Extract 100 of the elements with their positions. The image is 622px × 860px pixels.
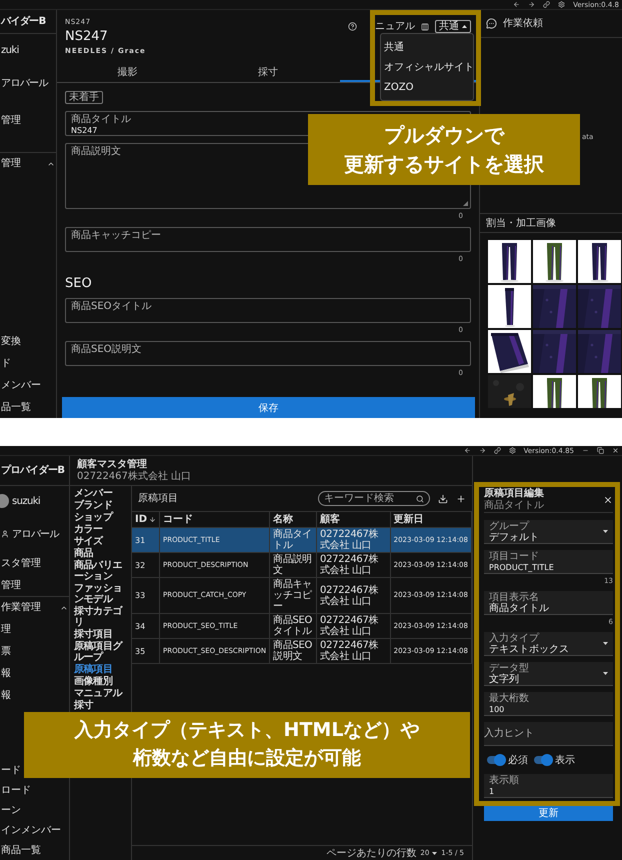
toggle-label: 表示 <box>555 754 575 766</box>
settings-icon[interactable] <box>558 1 566 8</box>
chat-icon[interactable] <box>486 18 497 29</box>
input-field[interactable]: 項目表示名 商品タイトル <box>484 591 613 615</box>
sidebar-item[interactable]: 管理 <box>1 580 21 590</box>
person-icon <box>1 530 9 538</box>
caption-text: 桁数など自由に設定が可能 <box>133 747 361 771</box>
user-name: suzuki <box>12 496 40 506</box>
input-field[interactable]: 最大桁数 100 <box>484 692 613 716</box>
nav-item[interactable]: 画像種別 <box>74 676 130 687</box>
input-field[interactable]: 項目コード PRODUCT_TITLE <box>484 550 613 574</box>
caret-down-icon <box>603 529 608 534</box>
update-button[interactable]: 更新 <box>484 805 613 821</box>
table-cell: 33 <box>132 578 160 614</box>
status-tag: 未着手 <box>65 91 103 104</box>
tab[interactable]: 撮影 <box>59 63 196 82</box>
caret-down-icon <box>603 671 608 676</box>
sidebar-item[interactable]: 報 <box>1 690 11 700</box>
sidebar-item[interactable]: 報 <box>1 668 11 678</box>
sidebar-title: バイダーB <box>1 16 46 27</box>
rows-per-page-label: ページあたりの行数 <box>326 848 416 858</box>
sidebar-item[interactable]: 管理 <box>1 114 21 126</box>
caret-up-icon <box>462 24 467 29</box>
back-arrow-icon[interactable] <box>513 1 520 8</box>
sidebar-item[interactable]: メンバー <box>1 380 41 390</box>
minimize-icon[interactable] <box>582 447 589 454</box>
sidebar-item[interactable]: 票 <box>1 646 11 656</box>
menu-item[interactable]: 共通 <box>381 37 473 57</box>
forward-arrow-icon[interactable] <box>478 447 486 454</box>
select-field[interactable]: 入力タイプ テキストボックス <box>484 632 613 656</box>
close-icon[interactable] <box>603 494 613 504</box>
nav-item[interactable]: カラー <box>74 524 130 535</box>
resize-grip-icon[interactable] <box>463 201 468 206</box>
input-field[interactable]: 商品SEO説明文 <box>65 341 471 366</box>
settings-icon[interactable] <box>508 447 516 454</box>
nav-item[interactable]: ファッションモデル <box>74 583 130 605</box>
sidebar-item[interactable]: スタ管理 <box>1 558 41 568</box>
nav-item[interactable]: 採寸カテゴリ <box>74 606 130 628</box>
menu-item[interactable]: オフィシャルサイト <box>381 57 473 77</box>
nav-item[interactable]: 採寸項目 <box>74 629 130 640</box>
input-field[interactable]: 表示順 1 <box>484 774 613 798</box>
table-cell: 商品SEOタイトル <box>270 614 317 638</box>
input-field[interactable]: 入力ヒント <box>484 722 613 746</box>
sidebar-item[interactable]: 理 <box>1 624 11 634</box>
input-field[interactable]: 商品キャッチコピー <box>65 227 471 252</box>
table-cell: 35 <box>132 638 160 664</box>
search-field[interactable]: キーワード検索 <box>318 491 430 506</box>
sidebar-item[interactable]: ード <box>1 764 21 776</box>
nav-item[interactable]: 原稿項目グループ <box>74 641 130 663</box>
restore-icon[interactable] <box>597 447 604 454</box>
input-field[interactable]: 商品SEOタイトル <box>65 298 471 323</box>
sidebar-item[interactable]: ド <box>1 358 11 368</box>
nav-item[interactable]: 商品バリエーション <box>74 560 130 582</box>
close-icon[interactable] <box>612 447 619 454</box>
nav-item[interactable]: メンバー <box>74 488 130 499</box>
sidebar-item[interactable]: ーン <box>1 804 21 816</box>
tab[interactable]: 採寸 <box>200 63 336 82</box>
nav-item[interactable]: 原稿項目 <box>74 664 130 675</box>
section-heading: SEO <box>65 276 93 291</box>
table-cell: 02722467株式会社 山口 <box>316 528 390 552</box>
sidebar-item[interactable]: インメンバー <box>1 824 61 836</box>
back-arrow-icon[interactable] <box>464 447 471 454</box>
nav-item[interactable]: サイズ <box>74 536 130 547</box>
nav-item[interactable]: ショップ <box>74 512 130 523</box>
manual-link[interactable]: ニュアル <box>375 21 415 32</box>
toggle-switch[interactable] <box>487 756 505 764</box>
add-icon[interactable] <box>456 494 466 504</box>
sort-arrow-icon[interactable] <box>149 516 156 523</box>
caret-down-icon <box>603 641 608 646</box>
nav-item[interactable]: 商品 <box>74 548 130 559</box>
sidebar-item[interactable]: 商品一覧 <box>1 844 41 856</box>
sidebar-item[interactable]: 変換 <box>1 336 21 346</box>
save-button[interactable]: 保存 <box>62 397 475 418</box>
toggle-switch[interactable] <box>534 756 552 764</box>
download-icon[interactable] <box>438 494 448 504</box>
nav-item[interactable]: 採寸 <box>74 700 130 711</box>
sidebar-group[interactable]: 作業管理 <box>1 602 41 613</box>
sidebar-title: プロバイダーB <box>1 465 64 476</box>
link-icon[interactable] <box>543 1 550 8</box>
link-icon[interactable] <box>494 447 501 454</box>
nav-item[interactable]: マニュアル <box>74 688 130 699</box>
table-cell: 31 <box>132 528 160 552</box>
table-cell: 02722467株式会社 山口 <box>316 578 390 614</box>
sidebar-item[interactable]: 品一覧 <box>1 402 31 412</box>
nav-item[interactable]: ブランド <box>74 500 130 511</box>
select-field[interactable]: グループ デフォルト <box>484 520 613 544</box>
customer-name: 02722467株式会社 山口 <box>77 471 192 482</box>
caret-down-icon <box>432 850 438 856</box>
table-cell: 02722467株式会社 山口 <box>316 552 390 578</box>
table-cell: 32 <box>132 552 160 578</box>
sidebar-item[interactable]: ロード <box>1 784 31 796</box>
product-title: NS247 <box>65 29 109 44</box>
forward-arrow-icon[interactable] <box>528 1 536 8</box>
help-icon[interactable] <box>348 22 357 31</box>
columns-icon[interactable] <box>421 22 429 30</box>
user-role: アロバール <box>1 78 48 88</box>
menu-item[interactable]: ZOZO <box>381 77 473 97</box>
panel-subtitle: 商品タイトル <box>484 500 544 511</box>
sidebar-group[interactable]: 管理 <box>1 158 21 169</box>
select-field[interactable]: データ型 文字列 <box>484 662 613 686</box>
